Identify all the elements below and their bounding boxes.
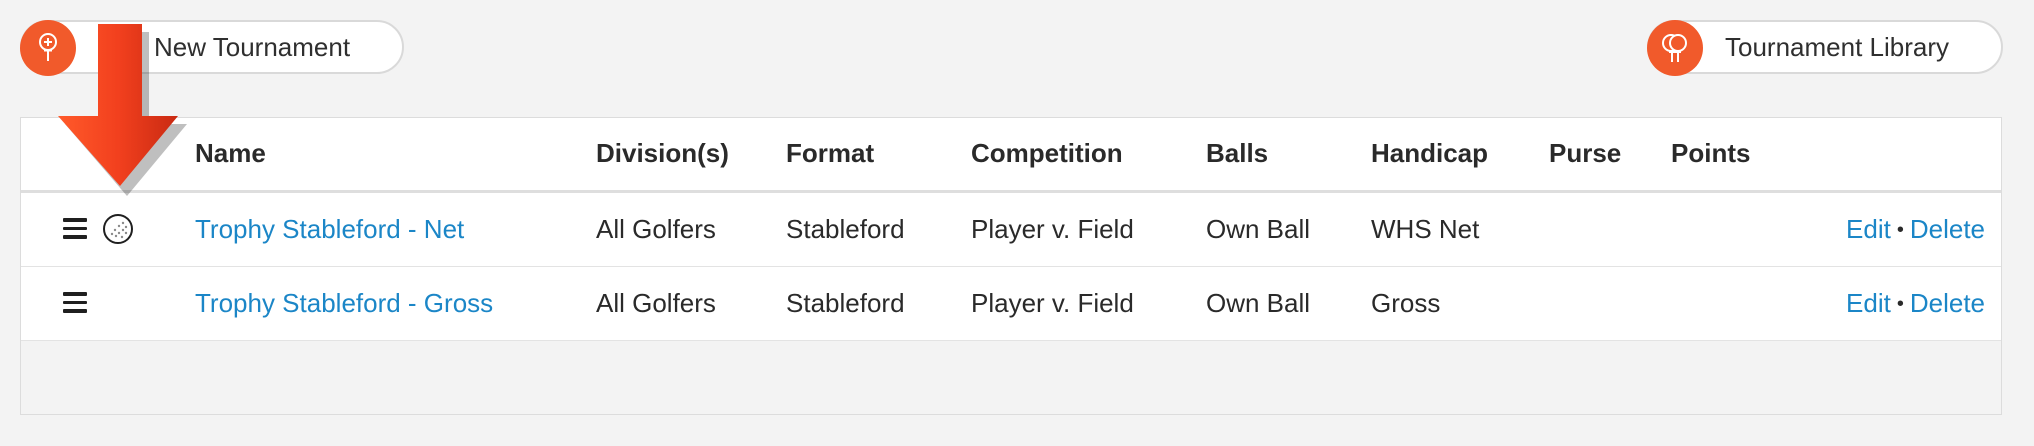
edit-link[interactable]: Edit (1846, 288, 1891, 318)
delete-link[interactable]: Delete (1910, 288, 1985, 318)
tournament-name-link[interactable]: Trophy Stableford - Gross (195, 288, 493, 319)
tournaments-table: Name Division(s) Format Competition Ball… (20, 117, 2002, 415)
header-format[interactable]: Format (786, 138, 874, 169)
balls-cell: Own Ball (1206, 214, 1311, 244)
table-row: Trophy Stableford - Gross All Golfers St… (21, 267, 2001, 341)
competition-cell: Player v. Field (971, 214, 1134, 244)
header-purse[interactable]: Purse (1549, 138, 1621, 169)
header-handicap[interactable]: Handicap (1371, 138, 1488, 169)
header-competition[interactable]: Competition (971, 138, 1123, 169)
balls-cell: Own Ball (1206, 288, 1311, 318)
row-actions: Edit • Delete (1846, 288, 1985, 319)
division-cell: All Golfers (596, 288, 716, 318)
tournament-library-label: Tournament Library (1725, 31, 1949, 62)
table-row: Trophy Stableford - Net All Golfers Stab… (21, 193, 2001, 267)
edit-link[interactable]: Edit (1846, 214, 1891, 244)
row-actions: Edit • Delete (1846, 214, 1985, 245)
handicap-cell: WHS Net (1371, 214, 1480, 244)
annotation-arrow-icon (58, 24, 187, 196)
golf-ball-icon[interactable] (102, 213, 134, 245)
table-header: Name Division(s) Format Competition Ball… (21, 118, 2001, 193)
header-points[interactable]: Points (1671, 138, 1750, 169)
header-name[interactable]: Name (195, 138, 266, 169)
header-divisions[interactable]: Division(s) (596, 138, 729, 169)
delete-link[interactable]: Delete (1910, 214, 1985, 244)
division-cell: All Golfers (596, 214, 716, 244)
hamburger-icon[interactable] (63, 218, 87, 240)
tournament-library-button[interactable]: Tournament Library (1647, 20, 2003, 76)
golf-balls-stack-icon (1647, 20, 1703, 76)
format-cell: Stableford (786, 214, 905, 244)
format-cell: Stableford (786, 288, 905, 318)
handicap-cell: Gross (1371, 288, 1441, 318)
tournament-name-link[interactable]: Trophy Stableford - Net (195, 214, 464, 245)
action-separator: • (1896, 293, 1904, 315)
hamburger-icon[interactable] (63, 292, 87, 314)
header-balls[interactable]: Balls (1206, 138, 1268, 169)
competition-cell: Player v. Field (971, 288, 1134, 318)
action-separator: • (1896, 219, 1904, 241)
